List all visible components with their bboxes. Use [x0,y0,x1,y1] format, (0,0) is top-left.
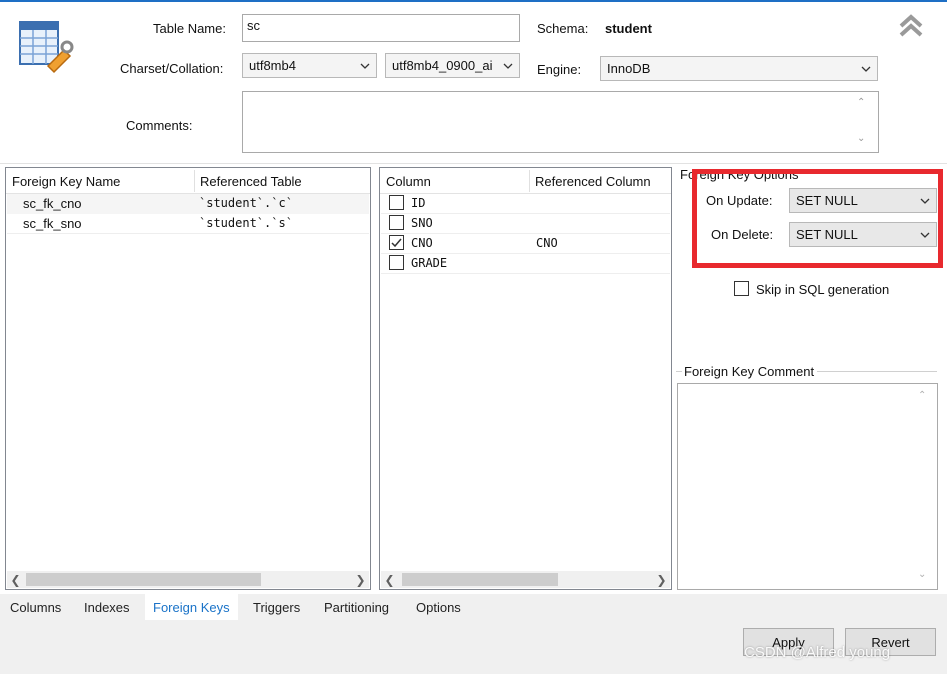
column-name-cell: SNO [411,216,433,230]
tab-partitioning[interactable]: Partitioning [316,594,397,620]
comments-textarea[interactable] [242,91,879,153]
divider [0,163,947,164]
table-row[interactable]: sc_fk_cno `student`.`c` [7,194,369,214]
tab-options[interactable]: Options [408,594,469,620]
chevron-down-icon [861,66,871,72]
fk-comment-textarea[interactable] [677,383,938,590]
table-row[interactable]: sc_fk_sno `student`.`s` [7,214,369,234]
skip-sql-checkbox[interactable] [734,281,749,296]
check-icon [391,238,402,248]
collation-select[interactable]: utf8mb4_0900_ai [385,53,520,78]
foreign-key-list[interactable]: Foreign Key Name Referenced Table sc_fk_… [5,167,371,590]
scroll-down-icon[interactable]: ⌄ [857,133,865,144]
table-editor-icon [18,20,74,76]
charset-label: Charset/Collation: [120,61,224,76]
column-checkbox[interactable] [389,195,404,210]
chevron-down-icon [503,63,513,69]
fk-column-list[interactable]: Column Referenced Column ID SNO CNO CNO … [379,167,672,590]
scroll-left-icon[interactable]: ❮ [381,571,398,588]
tab-indexes[interactable]: Indexes [76,594,138,620]
collation-value: utf8mb4_0900_ai [392,58,493,73]
fk-name-column-header[interactable]: Foreign Key Name [12,174,120,189]
column-name-cell: GRADE [411,256,448,270]
scroll-down-icon[interactable]: ⌄ [918,569,926,580]
referenced-table-column-header[interactable]: Referenced Table [200,174,302,189]
table-row[interactable]: SNO [381,214,670,234]
table-name-field[interactable]: sc [242,14,520,42]
referenced-column-cell: CNO [536,236,558,250]
fk-comment-title: Foreign Key Comment [682,364,818,379]
table-row[interactable]: CNO CNO [381,234,670,254]
tab-triggers[interactable]: Triggers [245,594,308,620]
referenced-column-header[interactable]: Referenced Column [535,174,651,189]
column-name-cell: ID [411,196,426,210]
tab-foreign-keys[interactable]: Foreign Keys [145,594,238,620]
fk-name-cell: sc_fk_sno [23,216,82,231]
scrollbar-thumb[interactable] [26,573,261,586]
highlight-annotation-box [692,169,943,268]
tab-bar [0,594,947,620]
table-row[interactable]: GRADE [381,254,670,274]
column-list-header: Column Referenced Column [380,168,671,194]
charset-select[interactable]: utf8mb4 [242,53,377,78]
column-checkbox[interactable] [389,215,404,230]
chevron-down-icon [360,63,370,69]
charset-value: utf8mb4 [249,58,296,73]
tab-columns[interactable]: Columns [2,594,69,620]
scroll-left-icon[interactable]: ❮ [7,571,24,588]
column-name-cell: CNO [411,236,433,250]
schema-value: student [605,21,652,36]
table-row[interactable]: ID [381,194,670,214]
collapse-chevron-icon[interactable] [897,12,925,40]
top-border [0,0,947,2]
scroll-right-icon[interactable]: ❯ [352,571,369,588]
scroll-right-icon[interactable]: ❯ [653,571,670,588]
comments-label: Comments: [126,118,193,133]
fk-list-header: Foreign Key Name Referenced Table [6,168,370,194]
table-name-label: Table Name: [153,21,226,36]
engine-select[interactable]: InnoDB [600,56,878,81]
scroll-up-icon[interactable]: ⌃ [918,390,926,401]
horizontal-scrollbar[interactable]: ❮ ❯ [381,571,670,588]
column-checkbox[interactable] [389,255,404,270]
skip-sql-label: Skip in SQL generation [756,282,890,297]
horizontal-scrollbar[interactable]: ❮ ❯ [7,571,369,588]
watermark-text: CSDN @Alfred young [744,644,891,661]
scrollbar-thumb[interactable] [402,573,558,586]
schema-label: Schema: [537,21,589,36]
column-checkbox[interactable] [389,235,404,250]
referenced-table-cell: `student`.`c` [199,196,293,210]
referenced-table-cell: `student`.`s` [199,216,293,230]
column-column-header[interactable]: Column [386,174,431,189]
fk-name-cell: sc_fk_cno [23,196,82,211]
engine-value: InnoDB [607,61,651,76]
scroll-up-icon[interactable]: ⌃ [857,97,865,108]
engine-label: Engine: [537,62,582,77]
